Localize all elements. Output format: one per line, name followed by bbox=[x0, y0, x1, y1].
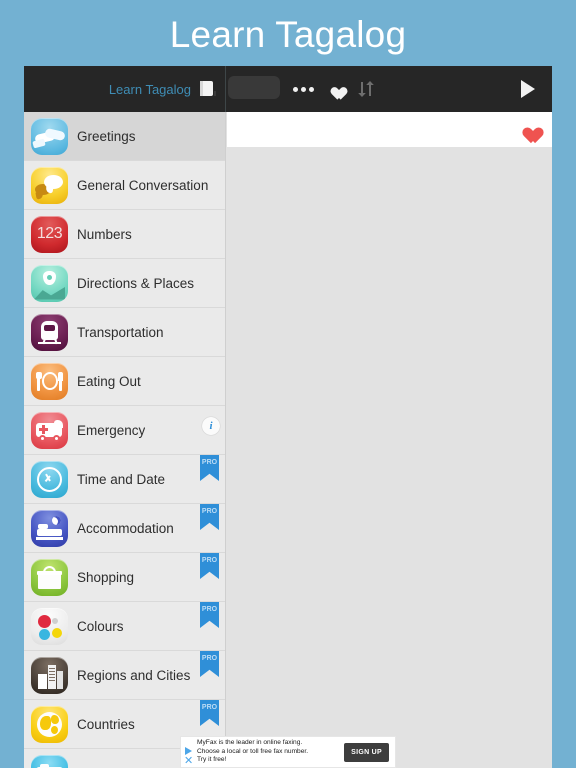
app-window: Learn Tagalog Greetings General Conversa… bbox=[24, 66, 552, 768]
cutlery-plate-icon bbox=[31, 362, 68, 400]
pro-badge: PRO bbox=[200, 700, 219, 726]
sidebar-item-label: Transportation bbox=[77, 324, 164, 340]
category-sidebar[interactable]: Greetings General Conversation 123 Numbe… bbox=[24, 112, 226, 768]
toolbar-left-section: Learn Tagalog bbox=[24, 66, 226, 112]
pro-badge: PRO bbox=[200, 602, 219, 628]
map-pin-icon bbox=[31, 264, 68, 302]
heart-icon[interactable] bbox=[321, 66, 349, 112]
pro-badge: PRO bbox=[200, 504, 219, 530]
ad-line-3: Try it free! bbox=[197, 756, 227, 764]
camera-icon bbox=[31, 754, 68, 768]
sidebar-item-label: Time and Date bbox=[77, 471, 166, 487]
sidebar-item-label: Shopping bbox=[77, 569, 135, 585]
pro-badge: PRO bbox=[200, 651, 219, 677]
sidebar-item-colours[interactable]: Colours PRO bbox=[24, 602, 225, 651]
sidebar-item-time-and-date[interactable]: Time and Date PRO bbox=[24, 455, 225, 504]
clock-icon bbox=[31, 460, 68, 498]
handshake-icon bbox=[31, 117, 68, 155]
ad-signup-button[interactable]: SIGN UP bbox=[344, 742, 389, 762]
ad-text: MyFax is the leader in online faxing. Ch… bbox=[196, 739, 344, 765]
app-toolbar: Learn Tagalog bbox=[24, 66, 552, 112]
numbers-123-icon: 123 bbox=[31, 215, 68, 253]
app-name-label: Learn Tagalog bbox=[108, 81, 191, 97]
sidebar-item-label: Colours bbox=[77, 618, 124, 634]
info-icon[interactable]: i bbox=[202, 417, 220, 435]
bed-moon-icon bbox=[31, 509, 68, 547]
search-input[interactable] bbox=[228, 76, 280, 99]
speech-bubbles-icon bbox=[31, 166, 68, 204]
ad-choices-triangle-icon[interactable] bbox=[185, 747, 192, 755]
ad-line-2: Choose a local or toll free fax number. bbox=[197, 747, 309, 755]
screenshot-root: Learn Tagalog Learn Tagalog Greetings Ge… bbox=[0, 0, 576, 768]
sidebar-item-label: Regions and Cities bbox=[77, 667, 191, 683]
buildings-icon bbox=[31, 656, 68, 694]
colour-dots-icon bbox=[31, 607, 68, 645]
sidebar-item-numbers[interactable]: 123 Numbers bbox=[24, 210, 225, 259]
sidebar-item-shopping[interactable]: Shopping PRO bbox=[24, 553, 225, 602]
dot-3 bbox=[308, 86, 314, 92]
globe-icon bbox=[31, 705, 68, 743]
ambulance-icon bbox=[31, 411, 68, 449]
sidebar-item-accommodation[interactable]: Accommodation PRO bbox=[24, 504, 225, 553]
sidebar-item-emergency[interactable]: Emergency i bbox=[24, 406, 225, 455]
detail-header bbox=[227, 112, 552, 147]
sidebar-item-greetings[interactable]: Greetings bbox=[24, 112, 225, 161]
sidebar-item-general-conversation[interactable]: General Conversation bbox=[24, 161, 225, 210]
page-title: Learn Tagalog bbox=[169, 14, 407, 55]
sidebar-item-label: Accommodation bbox=[77, 520, 174, 536]
sidebar-item-eating-out[interactable]: Eating Out bbox=[24, 357, 225, 406]
train-icon bbox=[31, 313, 68, 351]
sidebar-item-label: Directions & Places bbox=[77, 275, 195, 291]
detail-pane bbox=[227, 112, 552, 768]
play-icon-triangle bbox=[521, 80, 535, 98]
dot-1 bbox=[292, 86, 298, 92]
more-dots-icon[interactable] bbox=[289, 66, 317, 112]
toolbar-right-section bbox=[227, 66, 552, 112]
dot-2 bbox=[300, 86, 306, 92]
ad-line-1: MyFax is the leader in online faxing. bbox=[197, 739, 303, 747]
play-icon[interactable] bbox=[512, 66, 544, 112]
sidebar-item-label: Emergency bbox=[77, 422, 146, 438]
sliders-icon[interactable] bbox=[351, 66, 379, 112]
ad-marks: ✕ bbox=[181, 737, 196, 767]
ad-banner[interactable]: ✕ MyFax is the leader in online faxing. … bbox=[180, 736, 396, 768]
sidebar-item-transportation[interactable]: Transportation bbox=[24, 308, 225, 357]
sidebar-item-label: Countries bbox=[77, 716, 135, 732]
sidebar-item-regions-and-cities[interactable]: Regions and Cities PRO bbox=[24, 651, 225, 700]
pro-badge: PRO bbox=[200, 553, 219, 579]
shopping-bag-icon bbox=[31, 558, 68, 596]
book-icon[interactable] bbox=[200, 81, 216, 97]
sidebar-item-directions-and-places[interactable]: Directions & Places bbox=[24, 259, 225, 308]
ad-close-icon[interactable]: ✕ bbox=[184, 756, 193, 767]
heart-icon-shape bbox=[328, 82, 343, 96]
book-icon-shadow bbox=[214, 91, 216, 96]
heart-icon-filled[interactable] bbox=[519, 121, 538, 138]
sidebar-item-label: Greetings bbox=[77, 128, 136, 144]
sliders-icon-svg bbox=[358, 81, 374, 97]
pro-badge: PRO bbox=[200, 455, 219, 481]
sidebar-item-label: Numbers bbox=[77, 226, 132, 242]
sidebar-item-label: Eating Out bbox=[77, 373, 141, 389]
sidebar-item-label: General Conversation bbox=[77, 177, 209, 193]
book-icon-spine bbox=[200, 81, 203, 96]
